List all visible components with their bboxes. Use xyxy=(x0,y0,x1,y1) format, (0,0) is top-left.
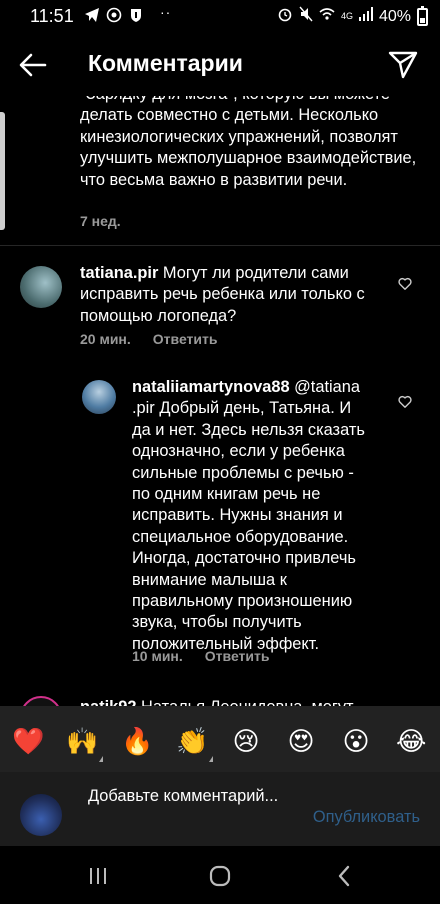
comment-input[interactable]: Добавьте комментарий... xyxy=(88,786,288,807)
emoji-surprised-face[interactable]: 😮 xyxy=(341,726,371,756)
comment-meta: 10 мин. Ответить xyxy=(132,648,269,664)
comment-time: 20 мин. xyxy=(80,331,131,347)
alarm-icon xyxy=(277,6,293,27)
comment-text: tatiana.pir Могут ли родители сами испра… xyxy=(80,263,380,327)
back-chevron-icon xyxy=(338,865,350,887)
avatar[interactable] xyxy=(20,696,62,706)
comment-username[interactable]: natik92 xyxy=(80,698,137,706)
home-icon xyxy=(209,865,231,887)
recent-apps-button[interactable] xyxy=(84,862,112,890)
battery-icon xyxy=(417,5,428,26)
back-nav-button[interactable] xyxy=(330,862,358,890)
heart-outline-icon xyxy=(398,395,412,408)
battery-percent: 40% xyxy=(378,7,411,25)
recent-apps-icon xyxy=(90,868,106,884)
notification-icons xyxy=(84,7,144,23)
mute-icon xyxy=(299,6,313,27)
status-bar: 11:51 ·· 4G 40% xyxy=(0,0,440,32)
wifi-icon xyxy=(319,7,335,26)
status-right-icons: 4G 40% xyxy=(277,5,428,27)
heart-outline-icon xyxy=(398,277,412,290)
like-button[interactable] xyxy=(398,277,412,291)
navigation-bar xyxy=(0,846,440,904)
skin-tone-indicator xyxy=(209,756,213,762)
network-type: 4G xyxy=(340,11,353,21)
home-button[interactable] xyxy=(206,862,234,890)
skin-tone-indicator xyxy=(99,756,103,762)
emoji-tears-of-joy[interactable]: 😂 xyxy=(396,726,426,756)
emoji-crying-face[interactable]: 😢 xyxy=(231,726,261,756)
emoji-fire[interactable]: 🔥 xyxy=(121,726,153,756)
emoji-heart-eyes[interactable]: 😍 xyxy=(286,726,316,756)
comment-text: natik92 Наталья Леонидовна, могут xyxy=(80,696,420,706)
emoji-raising-hands[interactable]: 🙌 xyxy=(66,726,98,756)
comment-body: Наталья Леонидовна, могут xyxy=(137,698,354,706)
arrow-left-icon xyxy=(19,53,47,77)
caption-text: "Зарядку для мозга", которую вы можете д… xyxy=(80,96,417,189)
reply-button[interactable]: Ответить xyxy=(153,331,218,347)
shield-icon xyxy=(128,7,144,23)
divider xyxy=(0,245,440,246)
whatsapp-icon xyxy=(106,7,122,23)
caption-time: 7 нед. xyxy=(80,213,121,229)
publish-button[interactable]: Опубликовать xyxy=(313,808,420,827)
comments-list[interactable]: "Зарядку для мозга", которую вы можете д… xyxy=(0,96,440,706)
emoji-heart[interactable]: ❤️ xyxy=(12,726,44,756)
reply-button[interactable]: Ответить xyxy=(205,648,270,664)
emoji-bar: ❤️ 🙌 🔥 👏 😢 😍 😮 😂 xyxy=(0,706,440,772)
avatar[interactable] xyxy=(82,380,116,414)
like-button[interactable] xyxy=(398,395,412,409)
header: Комментарии xyxy=(0,32,440,96)
page-title: Комментарии xyxy=(88,50,243,76)
back-button[interactable] xyxy=(18,50,48,80)
comment-body: @tatiana .pir Добрый день, Татьяна. И да… xyxy=(132,378,365,653)
comment-composer: Добавьте комментарий... Опубликовать xyxy=(0,772,440,846)
emoji-clapping-hands[interactable]: 👏 xyxy=(176,726,208,756)
comment-username[interactable]: tatiana.pir xyxy=(80,264,158,282)
my-avatar xyxy=(20,794,62,836)
comment-text: nataliiamartynova88 @tatiana .pir Добрый… xyxy=(132,377,372,655)
paper-plane-icon xyxy=(388,51,418,79)
status-time: 11:51 xyxy=(30,6,74,26)
comment-meta: 20 мин. Ответить xyxy=(80,331,217,347)
comment-time: 10 мин. xyxy=(132,648,183,664)
comment-username[interactable]: nataliiamartynova88 xyxy=(132,378,290,396)
share-button[interactable] xyxy=(388,49,418,79)
more-notifications: ·· xyxy=(160,4,172,20)
battery-level xyxy=(420,17,425,23)
avatar[interactable] xyxy=(20,266,62,308)
signal-icon xyxy=(358,7,373,26)
telegram-icon xyxy=(84,7,100,23)
